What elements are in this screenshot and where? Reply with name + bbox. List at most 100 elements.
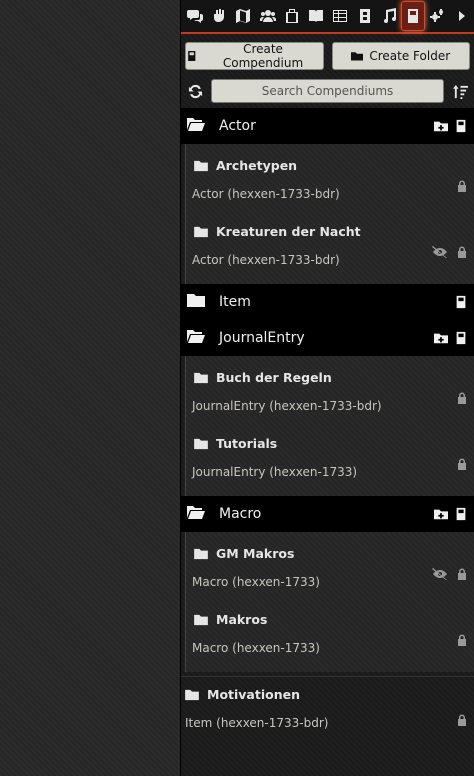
tab-scenes[interactable] [232,1,256,31]
tab-journal[interactable] [304,1,328,31]
atlas-icon [188,50,196,62]
search-input[interactable] [211,79,444,103]
collapse-folders-button[interactable] [185,84,205,99]
comments-icon [186,10,203,23]
map-icon [236,9,251,23]
compendium-pack[interactable]: GM Makros Macro (hexxen-1733) [186,536,474,602]
pack-meta: Actor (hexxen-1733-bdr) [192,253,340,267]
pack-meta: JournalEntry (hexxen-1733-bdr) [192,399,382,413]
folder-name: Macro [219,506,262,522]
folder-icon [194,226,208,237]
compendium-pack[interactable]: Buch der Regeln JournalEntry (hexxen-173… [186,360,474,426]
pack-meta: Actor (hexxen-1733-bdr) [192,187,340,201]
pack-title: Motivationen [207,687,300,702]
fist-icon [214,9,225,22]
pack-meta: Macro (hexxen-1733) [192,641,320,655]
tab-items[interactable] [280,1,304,31]
folder-header[interactable]: Macro [181,496,474,532]
suitcase-icon [285,9,298,23]
folder-icon [351,52,364,61]
compendium-pack[interactable]: Archetypen Actor (hexxen-1733-bdr) [186,148,474,214]
search-row [181,74,474,108]
pack-meta: Macro (hexxen-1733) [192,575,320,589]
folder-icon [194,438,208,449]
compendium-pack[interactable]: Makros Macro (hexxen-1733) [186,602,474,668]
atlas-icon [408,9,419,23]
lock-icon[interactable] [456,180,468,192]
tab-actors[interactable] [256,1,280,31]
folder-icon [194,548,208,559]
create-folder-button[interactable]: Create Folder [331,42,470,70]
folder-icon [185,689,199,700]
directory-actions: Create Compendium Create Folder [181,34,474,74]
pack-title: Archetypen [216,158,298,173]
folder-header[interactable]: Actor [181,108,474,144]
folder-actor: Actor Archetypen Actor (hexxen-1733-bdr)… [181,108,474,284]
folder-contents: Buch der Regeln JournalEntry (hexxen-173… [185,356,474,496]
pack-title: Makros [216,612,268,627]
compendium-pack-motivationen[interactable]: Motivationen Item (hexxen-1733-bdr) [181,676,474,744]
pack-meta: Item (hexxen-1733-bdr) [185,716,329,730]
folder-icon [194,372,208,383]
pack-meta: JournalEntry (hexxen-1733) [192,465,358,479]
collapse-sidebar-button[interactable] [450,1,474,31]
tab-settings[interactable] [426,1,450,31]
lock-icon[interactable] [456,568,468,580]
tab-combat[interactable] [207,1,231,31]
caret-right-icon [458,11,465,21]
folder-journalentry: JournalEntry Buch der Regeln JournalEntr… [181,320,474,496]
create-compendium-label: Create Compendium [222,42,304,70]
cogs-icon [430,9,444,22]
sort-icon [452,84,468,99]
lock-icon[interactable] [456,714,468,726]
tab-cards[interactable] [353,1,377,31]
create-folder-label: Create Folder [369,49,451,63]
tab-tables[interactable] [329,1,353,31]
create-folder-icon[interactable] [434,331,448,345]
lock-icon[interactable] [456,634,468,646]
folder-icon [194,160,208,171]
music-icon [383,8,396,23]
folder-contents: GM Makros Macro (hexxen-1733) Makros Mac… [185,532,474,672]
eye-slash-icon[interactable] [432,568,448,580]
folder-contents: Archetypen Actor (hexxen-1733-bdr) Kreat… [185,144,474,284]
tab-compendium[interactable] [401,1,426,31]
create-compendium-icon[interactable] [454,119,468,133]
game-canvas[interactable] [0,0,180,776]
create-compendium-icon[interactable] [454,507,468,521]
table-icon [333,10,348,22]
eye-slash-icon[interactable] [432,246,448,258]
folder-header[interactable]: JournalEntry [181,320,474,356]
pack-title: Tutorials [216,436,278,451]
folder-macro: Macro GM Makros Macro (hexxen-1733) Makr… [181,496,474,672]
folder-icon [187,292,205,312]
folder-icon [194,614,208,625]
create-compendium-icon[interactable] [454,331,468,345]
tab-chat[interactable] [183,1,207,31]
folder-item: Item [181,284,474,320]
users-icon [259,10,276,22]
book-open-icon [309,10,324,22]
pack-title: Kreaturen der Nacht [216,224,361,239]
lock-icon[interactable] [456,392,468,404]
folder-open-icon [187,328,205,348]
compendium-pack[interactable]: Tutorials JournalEntry (hexxen-1733) [186,426,474,492]
tab-playlists[interactable] [377,1,401,31]
pack-title: Buch der Regeln [216,370,332,385]
create-folder-icon[interactable] [434,507,448,521]
folder-header[interactable]: Item [181,284,474,320]
folder-name: Actor [219,118,256,134]
pack-title: GM Makros [216,546,295,561]
sync-icon [188,84,202,98]
folder-name: Item [219,294,251,310]
lock-icon[interactable] [456,458,468,470]
sidebar-tabs [181,0,474,34]
create-folder-icon[interactable] [434,119,448,133]
compendium-pack[interactable]: Kreaturen der Nacht Actor (hexxen-1733-b… [186,214,474,280]
sidebar: Create Compendium Create Folder Actor [180,0,474,776]
create-compendium-icon[interactable] [454,295,468,309]
card-icon [359,9,370,23]
lock-icon[interactable] [456,246,468,258]
sort-button[interactable] [450,84,470,99]
create-compendium-button[interactable]: Create Compendium [185,42,324,70]
